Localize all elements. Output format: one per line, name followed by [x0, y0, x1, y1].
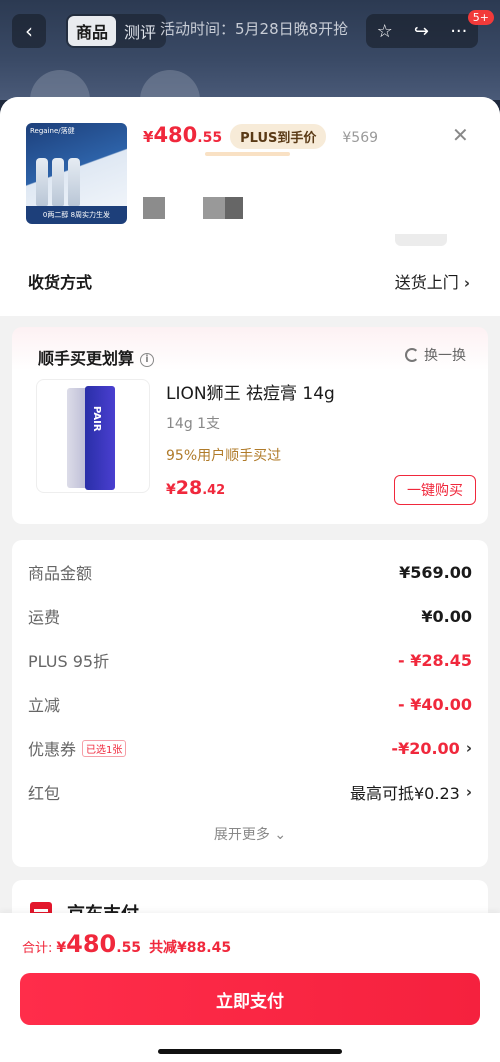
share-icon[interactable]: ↪: [414, 21, 429, 42]
coupon-label: 优惠券: [28, 740, 77, 759]
plus-tag-underline: [205, 152, 290, 156]
notification-badge: 5+: [467, 10, 494, 25]
original-price: ¥569: [342, 130, 379, 146]
coupon-selected-badge: 已选1张: [82, 739, 127, 757]
product-spec-placeholder: [143, 197, 243, 219]
back-button[interactable]: ‹: [12, 14, 46, 48]
product-price: ¥480.55: [143, 123, 223, 147]
upsell-product-image[interactable]: PAIR: [36, 379, 150, 493]
header-tools: ☆ ↪ ···: [366, 14, 478, 48]
more-icon[interactable]: ···: [450, 21, 467, 42]
chevron-right-icon: ›: [463, 274, 470, 292]
tube-brand-text: PAIR: [91, 406, 102, 432]
summary-row-shipping: 运费 ¥0.00: [28, 606, 472, 628]
tab-product[interactable]: 商品: [68, 16, 117, 46]
chevron-left-icon: ‹: [25, 19, 33, 43]
delivery-label: 收货方式: [28, 273, 93, 292]
one-click-buy-button[interactable]: 一键购买: [394, 475, 476, 505]
product-image-strip: 0两二醇 8周实力生发: [26, 206, 127, 224]
red-packet-value: 最高可抵¥0.23: [350, 784, 460, 803]
pay-now-button[interactable]: 立即支付: [20, 973, 480, 1025]
page-tabs: 商品 测评: [66, 14, 167, 48]
total-label: 合计:: [22, 941, 53, 956]
background-product-image: [30, 70, 230, 100]
tab-review[interactable]: 测评: [116, 16, 164, 46]
total-saved: 共减¥88.45: [149, 940, 232, 956]
star-icon[interactable]: ☆: [377, 21, 393, 42]
chevron-right-icon: ›: [465, 783, 472, 801]
upsell-section: 顺手买更划算 i 换一换 PAIR LION狮王 祛痘膏 14g 14g 1支 9…: [12, 327, 488, 524]
refresh-icon: [405, 348, 419, 362]
price-summary: 商品金额 ¥569.00 运费 ¥0.00 PLUS 95折 - ¥28.45 立减 -…: [12, 540, 488, 867]
close-icon[interactable]: ✕: [452, 123, 469, 147]
info-icon[interactable]: i: [140, 352, 155, 367]
total-amount: 480: [66, 930, 117, 958]
expand-more-link[interactable]: 展开更多 ⌄: [12, 824, 488, 844]
upsell-price: ¥28.42: [166, 477, 226, 499]
delivery-value: 送货上门 ›: [394, 273, 470, 292]
swap-button[interactable]: 换一换: [405, 345, 466, 365]
chevron-right-icon: ›: [465, 739, 472, 757]
home-indicator: [158, 1049, 342, 1054]
upsell-title: 顺手买更划算 i: [38, 345, 155, 369]
product-image-brand: Regaine/落健: [30, 127, 75, 135]
product-summary: Regaine/落健 0两二醇 8周实力生发 ¥480.55 PLUS到手价 ¥…: [0, 97, 500, 240]
checkout-footer: 合计: ¥480.55 共减¥88.45 立即支付: [0, 913, 500, 1062]
sheet-divider-chip: [395, 234, 447, 246]
summary-row-plus-discount: PLUS 95折 - ¥28.45: [28, 650, 472, 672]
activity-time-text: 活动时间：5月28日晚8开抢: [160, 20, 349, 38]
upsell-social-proof: 95%用户顺手买过: [166, 448, 282, 464]
product-thumbnail[interactable]: Regaine/落健 0两二醇 8周实力生发: [26, 123, 127, 224]
checkout-sheet: Regaine/落健 0两二醇 8周实力生发 ¥480.55 PLUS到手价 ¥…: [0, 97, 500, 1062]
summary-row-instant-discount: 立减 - ¥40.00: [28, 694, 472, 716]
upsell-product-spec: 14g 1支: [166, 416, 221, 432]
summary-row-coupon[interactable]: 优惠券 已选1张 -¥20.00 ›: [28, 736, 472, 760]
product-price-line: ¥480.55 PLUS到手价 ¥569: [143, 123, 378, 149]
total-line: 合计: ¥480.55 共减¥88.45: [22, 930, 232, 958]
coupon-value: -¥20.00: [391, 738, 460, 758]
plus-price-tag: PLUS到手价: [230, 124, 327, 149]
upsell-product-name[interactable]: LION狮王 祛痘膏 14g: [166, 379, 335, 404]
summary-row-red-packet[interactable]: 红包 最高可抵¥0.23 ›: [28, 780, 472, 804]
product-page-header: ‹ 商品 测评 活动时间：5月28日晚8开抢 ☆ ↪ ··· 5+: [0, 0, 500, 100]
delivery-method-row[interactable]: 收货方式 送货上门 ›: [0, 234, 500, 316]
summary-row-goods: 商品金额 ¥569.00: [28, 562, 472, 584]
